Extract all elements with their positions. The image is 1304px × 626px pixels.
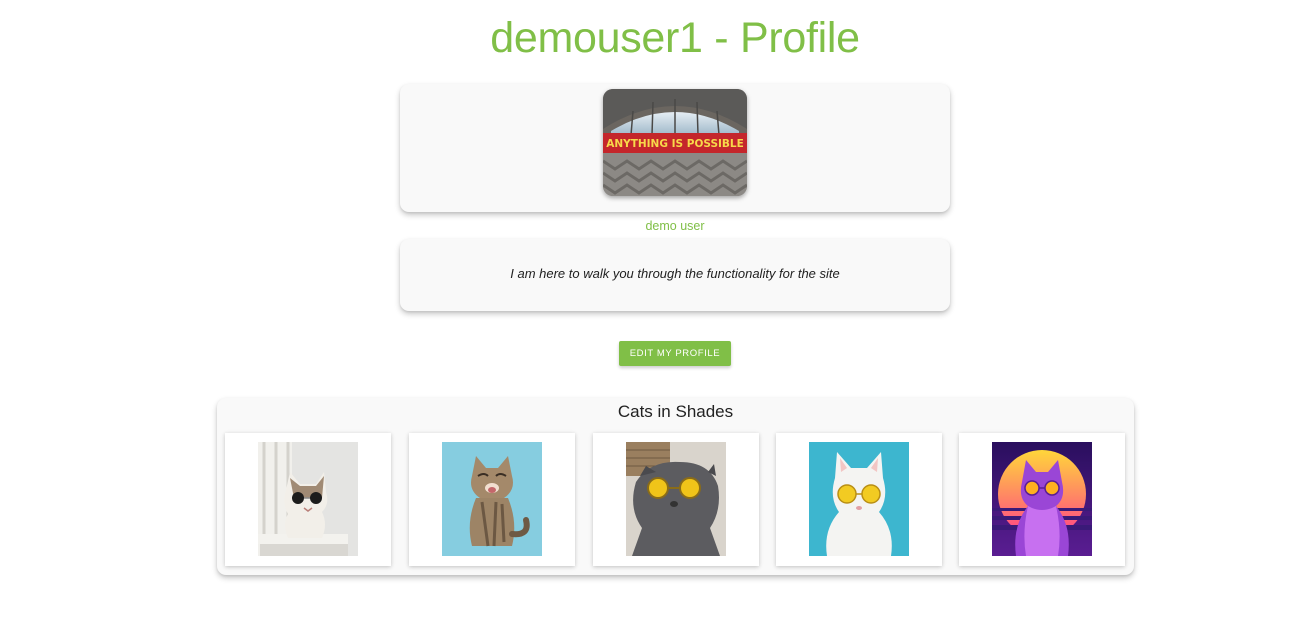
avatar-sign-text: ANYTHING IS POSSIBLE — [606, 138, 744, 150]
avatar-card: ANYTHING IS POSSIBLE — [400, 84, 950, 212]
gallery-tile[interactable] — [593, 433, 759, 566]
edit-profile-button[interactable]: EDIT MY PROFILE — [619, 341, 731, 366]
profile-page: demouser1 - Profile ANYTHING IS POSSIBLE… — [0, 0, 1304, 626]
cat-with-sunglasses-on-chair-image — [258, 442, 358, 556]
gallery-tile[interactable] — [409, 433, 575, 566]
profile-avatar-image: ANYTHING IS POSSIBLE — [603, 89, 747, 196]
gallery-title: Cats in Shades — [617, 402, 734, 421]
page-title: demouser1 - Profile — [490, 14, 860, 62]
gallery-tile[interactable] — [225, 433, 391, 566]
gallery-tile[interactable] — [959, 433, 1125, 566]
kitten-on-blue-background-image — [442, 442, 542, 556]
grey-cat-with-yellow-sunglasses-image — [626, 442, 726, 556]
bio-card: I am here to walk you through the functi… — [400, 239, 950, 311]
display-name: demo user — [645, 219, 705, 233]
gallery-card: Cats in Shades — [217, 398, 1134, 575]
synthwave-cat-with-sunglasses-image — [992, 442, 1092, 556]
bio-text: I am here to walk you through the functi… — [510, 266, 840, 281]
gallery-tile[interactable] — [776, 433, 942, 566]
white-cat-with-yellow-sunglasses-image — [809, 442, 909, 556]
